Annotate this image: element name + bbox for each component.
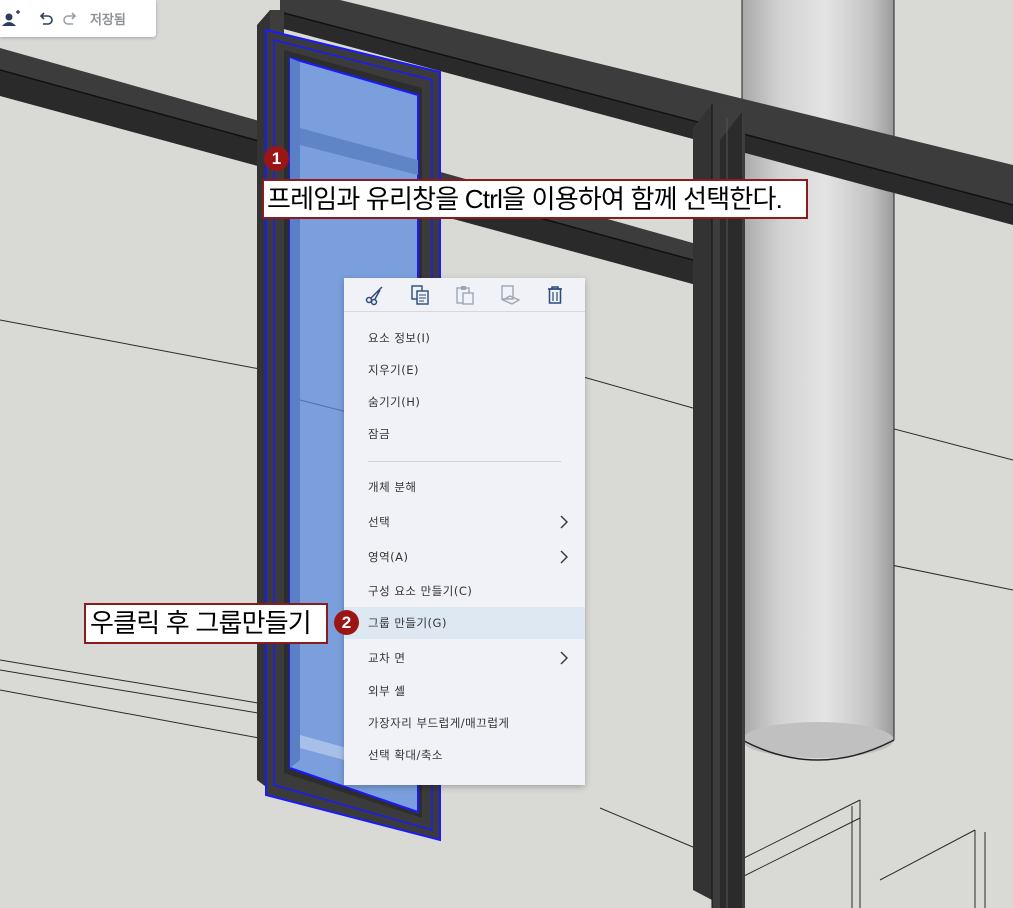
- paste-in-place-icon: [500, 284, 521, 305]
- chevron-right-icon: [560, 550, 568, 564]
- menu-item-make-group[interactable]: 그룹 만들기(G): [344, 607, 585, 639]
- menu-item-select[interactable]: 선택: [344, 506, 585, 538]
- top-toolbar: 저장됨: [0, 0, 156, 37]
- vertical-post-right: [693, 104, 745, 908]
- menu-divider: [368, 461, 561, 462]
- menu-item-make-component[interactable]: 구성 요소 만들기(C): [344, 575, 585, 607]
- menu-item-explode[interactable]: 개체 분해: [344, 471, 585, 503]
- menu-item-soften-smooth-edges[interactable]: 가장자리 부드럽게/매끄럽게: [344, 707, 585, 739]
- menu-item-entity-info[interactable]: 요소 정보(I): [344, 322, 585, 354]
- saved-status: 저장됨: [90, 13, 126, 28]
- menu-item-erase[interactable]: 지우기(E): [344, 354, 585, 386]
- step-1-badge: 1: [264, 146, 289, 171]
- step-2-badge: 2: [334, 610, 359, 635]
- paste-icon: [455, 285, 474, 305]
- menu-item-intersect-faces[interactable]: 교차 면: [344, 642, 585, 674]
- redo-icon: [63, 11, 77, 25]
- menu-item-hide[interactable]: 숨기기(H): [344, 386, 585, 418]
- menu-item-outer-shell[interactable]: 외부 셸: [344, 675, 585, 707]
- scissors-icon: [365, 285, 383, 305]
- step-1-callout: 프레임과 유리창을 Ctrl을 이용하여 함께 선택한다.: [262, 179, 808, 219]
- copy-icon: [410, 284, 429, 305]
- context-menu-icon-bar: [344, 278, 585, 312]
- chevron-right-icon: [560, 515, 568, 529]
- cut-button[interactable]: [363, 283, 387, 307]
- chevron-right-icon: [560, 651, 568, 665]
- paste-in-place-button[interactable]: [498, 283, 522, 307]
- undo-icon: [39, 11, 53, 25]
- copy-button[interactable]: [408, 283, 432, 307]
- trash-icon: [547, 285, 562, 304]
- step-2-callout: 우클릭 후 그룹만들기: [84, 603, 328, 644]
- menu-item-area[interactable]: 영역(A): [344, 541, 585, 573]
- add-user-button[interactable]: [0, 0, 22, 37]
- menu-item-lock[interactable]: 잠금: [344, 418, 585, 450]
- menu-item-zoom-selection[interactable]: 선택 확대/축소: [344, 739, 585, 771]
- person-add-icon: [2, 9, 20, 26]
- paste-button[interactable]: [453, 283, 477, 307]
- context-menu: 요소 정보(I) 지우기(E) 숨기기(H) 잠금 개체 분해 선택 영역(A)…: [344, 278, 585, 785]
- redo-button[interactable]: [58, 0, 82, 37]
- undo-button[interactable]: [34, 0, 58, 37]
- delete-button[interactable]: [543, 283, 567, 307]
